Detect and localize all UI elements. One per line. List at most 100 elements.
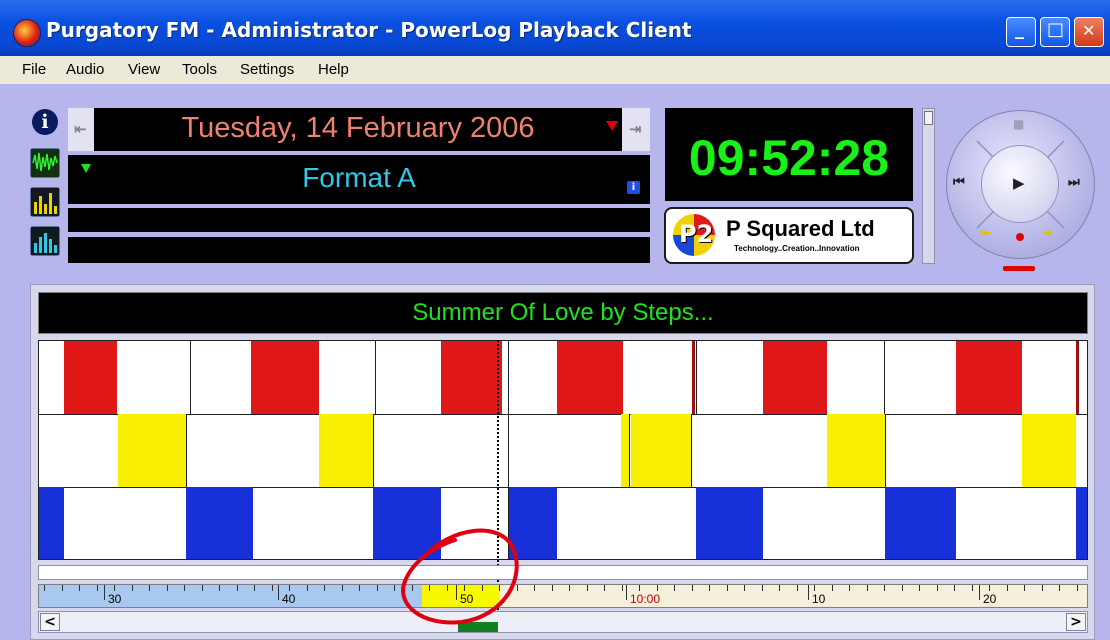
timeline-tick <box>359 585 360 591</box>
log-item[interactable] <box>631 414 691 487</box>
timeline-major-tick <box>979 585 980 600</box>
track-row-red[interactable] <box>39 341 1087 415</box>
next-day-icon[interactable]: ⇥ <box>629 120 642 138</box>
menu-file[interactable]: File <box>22 61 46 78</box>
log-item[interactable] <box>557 341 623 414</box>
timeline-tick <box>587 585 588 591</box>
timeline-tick <box>324 585 325 591</box>
now-playing-text: Summer Of Love by Steps... <box>412 299 714 326</box>
clock-panel: 09:52:28 <box>665 108 913 201</box>
window-title: Purgatory FM - Administrator - PowerLog … <box>46 18 692 42</box>
record-icon[interactable] <box>1016 233 1024 241</box>
vertical-scrollbar[interactable] <box>922 108 935 264</box>
date-display: Tuesday, 14 February 2006 <box>181 112 535 144</box>
tick-label: 30 <box>108 592 122 606</box>
log-item[interactable] <box>1076 487 1087 559</box>
tick-label: 10 <box>812 592 826 606</box>
timeline-tick <box>307 585 308 591</box>
timeline-tick <box>902 585 903 591</box>
log-item[interactable] <box>1022 414 1076 487</box>
segue-right-icon[interactable]: ⇥ <box>1042 226 1053 241</box>
log-item[interactable] <box>827 414 885 487</box>
timeline-tick <box>884 585 885 591</box>
timeline-tick <box>499 585 500 591</box>
horizontal-scrollbar[interactable]: < > <box>38 611 1088 633</box>
segue-left-icon[interactable]: ⇤ <box>981 226 992 241</box>
p2-logo-icon: P2 <box>673 214 715 256</box>
scroll-right-button[interactable]: > <box>1066 613 1086 631</box>
menu-tools[interactable]: Tools <box>182 61 217 78</box>
tick-label: 50 <box>460 592 474 606</box>
timeline-tick <box>709 585 710 591</box>
track-row-blue[interactable] <box>39 487 1087 559</box>
log-item[interactable] <box>509 487 557 559</box>
log-item[interactable] <box>692 341 695 414</box>
info-icon[interactable]: i <box>32 109 58 135</box>
timeline-tick <box>744 585 745 591</box>
menu-settings[interactable]: Settings <box>240 61 294 78</box>
log-item[interactable] <box>763 341 827 414</box>
timeline-tick <box>867 585 868 591</box>
clock-display: 09:52:28 <box>688 130 890 186</box>
timeline-tick <box>62 585 63 591</box>
timeline-tick <box>132 585 133 591</box>
spectrum-icon[interactable] <box>30 226 60 256</box>
prev-day-icon[interactable]: ⇤ <box>74 120 87 138</box>
scroll-position-thumb[interactable] <box>458 622 498 632</box>
menu-help[interactable]: Help <box>318 61 349 78</box>
format-panel: Format A <box>68 155 650 204</box>
menu-view[interactable]: View <box>128 61 160 78</box>
log-item[interactable] <box>64 341 117 414</box>
playlist-grid[interactable] <box>38 340 1088 560</box>
timeline-tick <box>692 585 693 591</box>
scroll-thumb[interactable] <box>924 111 933 125</box>
timeline-tick <box>832 585 833 591</box>
timeline-major-tick <box>278 585 279 600</box>
log-item[interactable] <box>621 414 629 487</box>
timeline-tick <box>604 585 605 591</box>
log-item[interactable] <box>186 487 253 559</box>
timeline-tick <box>919 585 920 591</box>
waveform-icon[interactable] <box>30 148 60 178</box>
log-item[interactable] <box>441 341 502 414</box>
app-icon[interactable] <box>13 19 41 47</box>
minimize-button[interactable]: _ <box>1006 17 1036 47</box>
timeline-tick <box>849 585 850 591</box>
log-item[interactable] <box>39 487 64 559</box>
timeline-major-tick <box>456 585 457 600</box>
meter-icon[interactable] <box>30 187 60 217</box>
log-item[interactable] <box>956 341 1022 414</box>
timeline-ruler[interactable]: 30 40 50 10:00 10 20 <box>38 584 1088 608</box>
format-dropdown-icon[interactable] <box>81 164 91 173</box>
log-item[interactable] <box>696 487 763 559</box>
log-item[interactable] <box>885 487 956 559</box>
timeline-tick <box>219 585 220 591</box>
track-row-yellow[interactable] <box>39 414 1087 488</box>
timeline-tick <box>779 585 780 591</box>
close-button[interactable]: ✕ <box>1074 17 1104 47</box>
scroll-left-button[interactable]: < <box>40 613 60 631</box>
stop-button[interactable]: ■ <box>1013 117 1024 131</box>
log-item[interactable] <box>1076 341 1079 414</box>
timeline-tick <box>937 585 938 591</box>
format-info-icon[interactable]: i <box>627 181 640 194</box>
next-button[interactable]: ⏭ <box>1068 175 1080 190</box>
timeline-major-tick <box>104 585 105 600</box>
log-item[interactable] <box>319 414 373 487</box>
tick-label: 20 <box>983 592 997 606</box>
timeline-tick <box>639 585 640 591</box>
title-bar[interactable]: Purgatory FM - Administrator - PowerLog … <box>0 0 1110 56</box>
log-item[interactable] <box>251 341 319 414</box>
play-button[interactable]: ▶ <box>981 145 1059 223</box>
previous-button[interactable]: ⏮ <box>953 175 965 190</box>
date-dropdown-icon[interactable] <box>606 121 618 131</box>
log-item[interactable] <box>118 414 186 487</box>
log-item[interactable] <box>373 487 441 559</box>
maximize-button[interactable]: □ <box>1040 17 1070 47</box>
timeline-tick <box>447 585 448 591</box>
timeline-major-tick <box>626 585 627 600</box>
logo-name: P Squared Ltd <box>726 216 875 241</box>
timeline-tick <box>289 585 290 591</box>
menu-audio[interactable]: Audio <box>66 61 104 78</box>
timeline-tick <box>569 585 570 591</box>
